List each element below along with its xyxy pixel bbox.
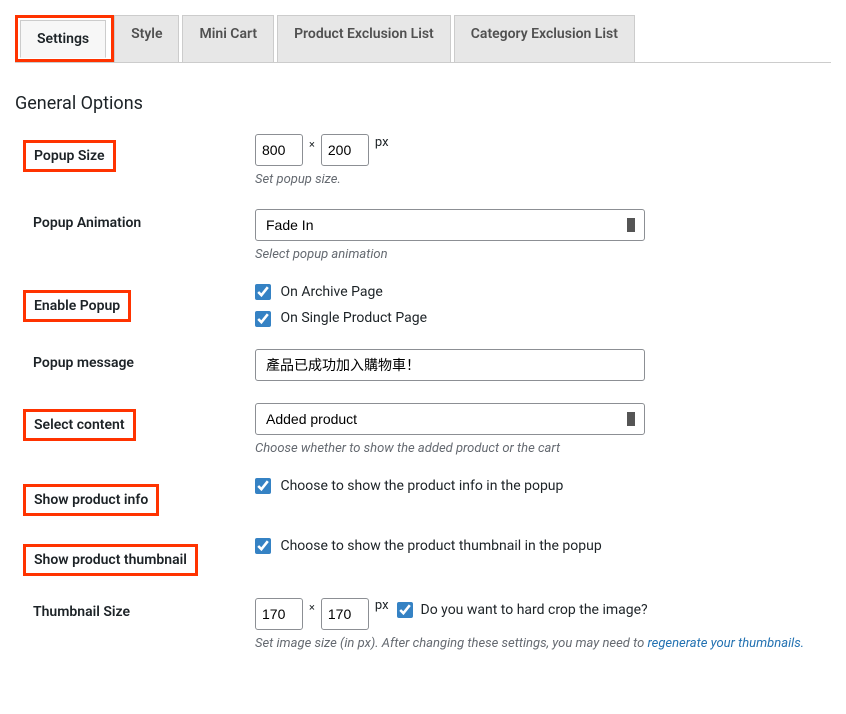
regenerate-thumbnails-link[interactable]: regenerate your thumbnails. <box>647 636 804 651</box>
select-content-desc: Choose whether to show the added product… <box>255 441 831 456</box>
select-content-select[interactable]: Added product <box>255 403 645 435</box>
label-show-product-info: Show product info <box>23 484 159 516</box>
highlight-settings-tab: Settings <box>15 15 114 62</box>
popup-size-sep: × <box>305 138 319 151</box>
label-show-product-thumbnail: Show product thumbnail <box>23 544 198 576</box>
label-popup-size: Popup Size <box>23 140 116 172</box>
tab-mini-cart[interactable]: Mini Cart <box>182 15 274 62</box>
tab-style[interactable]: Style <box>114 15 179 62</box>
row-popup-animation: Popup Animation Fade In ▲▼ Select popup … <box>15 209 831 262</box>
popup-animation-select[interactable]: Fade In <box>255 209 645 241</box>
show-product-thumbnail-checkbox[interactable] <box>255 538 271 554</box>
enable-popup-archive-checkbox[interactable] <box>255 284 271 300</box>
label-thumbnail-size: Thumbnail Size <box>33 604 130 620</box>
show-product-thumbnail-option: Choose to show the product thumbnail in … <box>280 538 601 554</box>
thumb-desc-text: Set image size (in px). After changing t… <box>255 636 647 651</box>
row-select-content: Select content Added product ▲▼ Choose w… <box>15 403 831 456</box>
row-thumbnail-size: Thumbnail Size × px Do you want to hard … <box>15 598 831 651</box>
popup-size-desc: Set popup size. <box>255 172 831 187</box>
popup-width-input[interactable] <box>255 134 303 166</box>
show-product-info-option: Choose to show the product info in the p… <box>280 478 563 494</box>
popup-height-input[interactable] <box>321 134 369 166</box>
popup-size-unit: px <box>371 135 389 150</box>
thumb-width-input[interactable] <box>255 598 303 630</box>
row-show-product-thumbnail: Show product thumbnail Choose to show th… <box>15 538 831 576</box>
label-enable-popup: Enable Popup <box>23 290 131 322</box>
tab-product-exclusion[interactable]: Product Exclusion List <box>277 15 451 62</box>
settings-tabs: Settings Style Mini Cart Product Exclusi… <box>15 15 831 63</box>
thumb-size-sep: × <box>305 601 319 614</box>
thumb-size-desc: Set image size (in px). After changing t… <box>255 636 831 651</box>
thumb-crop-label: Do you want to hard crop the image? <box>421 602 648 618</box>
label-select-content: Select content <box>23 409 136 441</box>
enable-popup-single-checkbox[interactable] <box>255 311 271 327</box>
tab-category-exclusion[interactable]: Category Exclusion List <box>454 15 635 62</box>
label-popup-animation: Popup Animation <box>33 215 141 231</box>
row-popup-size: Popup Size × px Set popup size. <box>15 134 831 187</box>
label-popup-message: Popup message <box>33 355 134 371</box>
thumb-size-unit: px <box>371 598 389 613</box>
enable-popup-single-label: On Single Product Page <box>280 310 427 326</box>
row-enable-popup: Enable Popup On Archive Page On Single P… <box>15 284 831 327</box>
thumb-crop-checkbox[interactable] <box>397 602 413 618</box>
row-popup-message: Popup message <box>15 349 831 381</box>
thumb-height-input[interactable] <box>321 598 369 630</box>
show-product-info-checkbox[interactable] <box>255 478 271 494</box>
section-title: General Options <box>15 93 831 114</box>
tab-settings[interactable]: Settings <box>20 20 106 58</box>
enable-popup-archive-label: On Archive Page <box>280 284 382 300</box>
popup-animation-desc: Select popup animation <box>255 247 831 262</box>
popup-message-input[interactable] <box>255 349 645 381</box>
row-show-product-info: Show product info Choose to show the pro… <box>15 478 831 516</box>
